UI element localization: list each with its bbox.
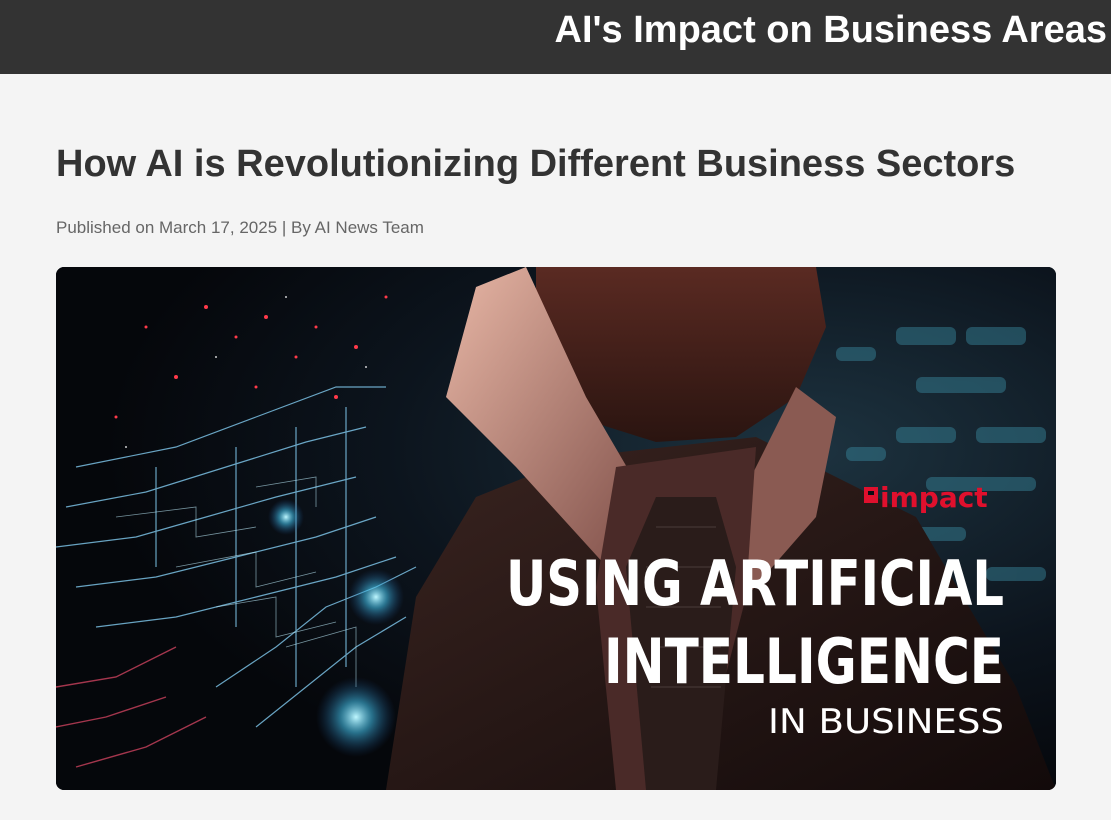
impact-logo: impact bbox=[864, 481, 988, 514]
site-header: AI's Impact on Business Areas bbox=[0, 0, 1111, 74]
site-title: AI's Impact on Business Areas bbox=[554, 9, 1107, 51]
brand-logo-text: impact bbox=[880, 481, 988, 514]
hero-headline-line3: IN BUSINESS bbox=[768, 702, 1004, 742]
hero-headline-line1: USING ARTIFICIAL bbox=[506, 547, 1004, 620]
hero-headline-line2: INTELLIGENCE bbox=[604, 625, 1004, 698]
hero-image: impact USING ARTIFICIAL INTELLIGENCE IN … bbox=[56, 267, 1056, 790]
article-title: How AI is Revolutionizing Different Busi… bbox=[56, 143, 1016, 185]
article-meta: Published on March 17, 2025 | By AI News… bbox=[56, 218, 424, 237]
